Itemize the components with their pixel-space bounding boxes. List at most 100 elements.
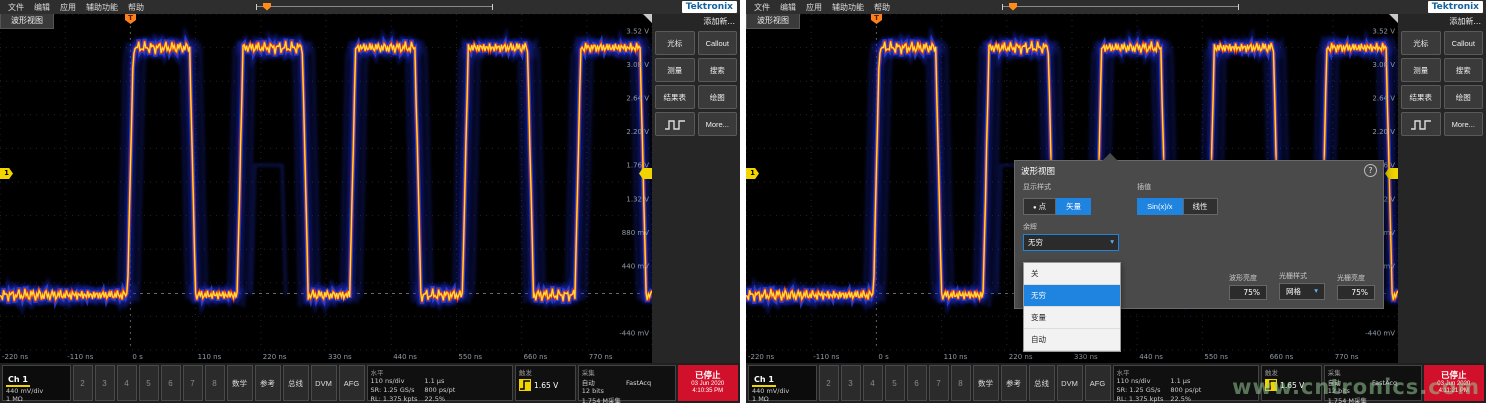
menu-item[interactable]: 文件 bbox=[3, 2, 29, 13]
zoom-window-bracket[interactable] bbox=[1002, 4, 1239, 10]
svg-text:-220 ns: -220 ns bbox=[2, 353, 29, 361]
style-dots-button[interactable]: ●点 bbox=[1023, 198, 1056, 215]
waveform-histogram-icon-button[interactable] bbox=[1401, 112, 1441, 136]
trigger-panel[interactable]: 触发 1.65 V bbox=[1261, 365, 1322, 401]
function-button[interactable]: 总线 bbox=[283, 365, 309, 401]
svg-text:2.64 V: 2.64 V bbox=[1372, 95, 1395, 103]
channel1-label: Ch 1 bbox=[6, 375, 30, 387]
draw-zoom-corner-icon[interactable] bbox=[1389, 14, 1398, 23]
svg-text:440 mV: 440 mV bbox=[622, 263, 649, 271]
menu-item[interactable]: 文件 bbox=[749, 2, 775, 13]
wave-intensity-label: 波形亮度 bbox=[1229, 273, 1267, 283]
dropdown-option[interactable]: 自动 bbox=[1024, 329, 1120, 351]
svg-text:2.20 V: 2.20 V bbox=[1372, 128, 1395, 136]
function-button[interactable]: DVM bbox=[1057, 365, 1083, 401]
horizontal-panel[interactable]: 水平 110 ns/div SR: 1.25 GS/s RL: 1.375 kp… bbox=[1113, 365, 1260, 401]
function-button[interactable]: 参考 bbox=[1001, 365, 1027, 401]
menu-item[interactable]: 编辑 bbox=[29, 2, 55, 13]
acquisition-panel[interactable]: 采集 自动 12 bits 1.754 M采集 FastAcq bbox=[1324, 365, 1422, 401]
graticule-style-dropdown[interactable]: 网格 ▾ bbox=[1279, 283, 1325, 300]
channel-button[interactable]: 7 bbox=[183, 365, 203, 401]
add-new-button[interactable]: 添加新... bbox=[1401, 15, 1483, 28]
sidebar-button[interactable]: Callout bbox=[698, 31, 738, 55]
channel-button[interactable]: 5 bbox=[139, 365, 159, 401]
sidebar-button[interactable]: Callout bbox=[1444, 31, 1484, 55]
zoom-window-bracket[interactable] bbox=[256, 4, 493, 10]
sidebar-button[interactable]: 绘图 bbox=[698, 85, 738, 109]
svg-text:0 s: 0 s bbox=[132, 353, 143, 361]
channel-button[interactable]: 5 bbox=[885, 365, 905, 401]
menu-item[interactable]: 辅助功能 bbox=[827, 2, 869, 13]
menu-item[interactable]: 应用 bbox=[801, 2, 827, 13]
run-stop-button[interactable]: 已停止 03 Jun 2020 4:11:21 PM bbox=[1424, 365, 1485, 401]
sidebar-button[interactable]: 光标 bbox=[655, 31, 695, 55]
channel-button[interactable]: 3 bbox=[841, 365, 861, 401]
menu-item[interactable]: 辅助功能 bbox=[81, 2, 123, 13]
more-button[interactable]: More... bbox=[1444, 112, 1484, 136]
graticule-intensity-field[interactable]: 75% bbox=[1337, 285, 1375, 300]
persistence-dropdown[interactable]: 无穷 ▾ bbox=[1023, 234, 1119, 251]
style-vectors-button[interactable]: 矢量 bbox=[1056, 198, 1091, 215]
function-button[interactable]: 数学 bbox=[227, 365, 253, 401]
menu-item[interactable]: 帮助 bbox=[123, 2, 149, 13]
sidebar-button[interactable]: 搜索 bbox=[1444, 58, 1484, 82]
sidebar-button[interactable]: 光标 bbox=[1401, 31, 1441, 55]
channel-button[interactable]: 2 bbox=[73, 365, 93, 401]
channel-button[interactable]: 6 bbox=[907, 365, 927, 401]
channel-button[interactable]: 7 bbox=[929, 365, 949, 401]
sidebar-button[interactable]: 测量 bbox=[1401, 58, 1441, 82]
menu-item[interactable]: 帮助 bbox=[869, 2, 895, 13]
svg-text:-110 ns: -110 ns bbox=[67, 353, 94, 361]
acquisition-panel[interactable]: 采集 自动 12 bits 1.754 M采集 FastAcq bbox=[578, 365, 676, 401]
menu-bar: 文件编辑应用辅助功能帮助 Tektronix bbox=[746, 0, 1486, 14]
dropdown-option[interactable]: 关 bbox=[1024, 263, 1120, 285]
function-button[interactable]: 总线 bbox=[1029, 365, 1055, 401]
more-button[interactable]: More... bbox=[698, 112, 738, 136]
interp-sinx-button[interactable]: Sin(x)/x bbox=[1137, 198, 1182, 215]
draw-zoom-corner-icon[interactable] bbox=[643, 14, 652, 23]
run-stop-button[interactable]: 已停止 03 Jun 2020 4:10:35 PM bbox=[678, 365, 739, 401]
oscilloscope-window-right: 文件编辑应用辅助功能帮助 Tektronix 波形视图 -220 ns-110 … bbox=[746, 0, 1486, 403]
channel-button[interactable]: 8 bbox=[951, 365, 971, 401]
display-style-segment: ●点 矢量 bbox=[1023, 198, 1091, 215]
tab-waveform-view[interactable]: 波形视图 bbox=[746, 14, 800, 29]
channel-button[interactable]: 3 bbox=[95, 365, 115, 401]
trigger-panel[interactable]: 触发 1.65 V bbox=[515, 365, 576, 401]
channel1-impedance: 1 MΩ bbox=[6, 395, 23, 403]
function-button[interactable]: AFG bbox=[1085, 365, 1111, 401]
add-new-button[interactable]: 添加新... bbox=[655, 15, 737, 28]
horizontal-panel[interactable]: 水平 110 ns/div SR: 1.25 GS/s RL: 1.375 kp… bbox=[367, 365, 514, 401]
sidebar-button[interactable]: 测量 bbox=[655, 58, 695, 82]
help-icon[interactable]: ? bbox=[1364, 164, 1377, 177]
dropdown-option[interactable]: 变量 bbox=[1024, 307, 1120, 329]
function-button[interactable]: AFG bbox=[339, 365, 365, 401]
sidebar-button[interactable]: 结果表 bbox=[1401, 85, 1441, 109]
channel-button[interactable]: 8 bbox=[205, 365, 225, 401]
channel-button[interactable]: 4 bbox=[863, 365, 883, 401]
svg-text:660 ns: 660 ns bbox=[524, 353, 548, 361]
wave-intensity-field[interactable]: 75% bbox=[1229, 285, 1267, 300]
menu-item[interactable]: 应用 bbox=[55, 2, 81, 13]
sidebar-button[interactable]: 搜索 bbox=[698, 58, 738, 82]
waveform-icon bbox=[1410, 118, 1432, 131]
function-button[interactable]: 数学 bbox=[973, 365, 999, 401]
function-button[interactable]: 参考 bbox=[255, 365, 281, 401]
tab-waveform-view[interactable]: 波形视图 bbox=[0, 14, 54, 29]
channel-button[interactable]: 4 bbox=[117, 365, 137, 401]
menu: 文件编辑应用辅助功能帮助 bbox=[3, 2, 149, 13]
channel1-badge[interactable]: Ch 1 440 mV/div 1 MΩ 1 GHz bbox=[2, 365, 71, 401]
svg-text:3.52 V: 3.52 V bbox=[1372, 27, 1395, 35]
sidebar-button[interactable]: 结果表 bbox=[655, 85, 695, 109]
waveform-histogram-icon-button[interactable] bbox=[655, 112, 695, 136]
channel-button[interactable]: 2 bbox=[819, 365, 839, 401]
menu-item[interactable]: 编辑 bbox=[775, 2, 801, 13]
function-button[interactable]: DVM bbox=[311, 365, 337, 401]
channel1-badge[interactable]: Ch 1 440 mV/div 1 MΩ 1 GHz bbox=[748, 365, 817, 401]
waveform-display[interactable]: 波形视图 -220 ns-110 ns0 s110 ns220 ns330 ns… bbox=[0, 14, 652, 363]
waveform-display[interactable]: 波形视图 -220 ns-110 ns0 s110 ns220 ns330 ns… bbox=[746, 14, 1398, 363]
sidebar-button[interactable]: 绘图 bbox=[1444, 85, 1484, 109]
svg-text:110 ns: 110 ns bbox=[198, 353, 222, 361]
dropdown-option[interactable]: 无穷 bbox=[1024, 285, 1120, 307]
interp-linear-button[interactable]: 线性 bbox=[1183, 198, 1218, 215]
channel-button[interactable]: 6 bbox=[161, 365, 181, 401]
